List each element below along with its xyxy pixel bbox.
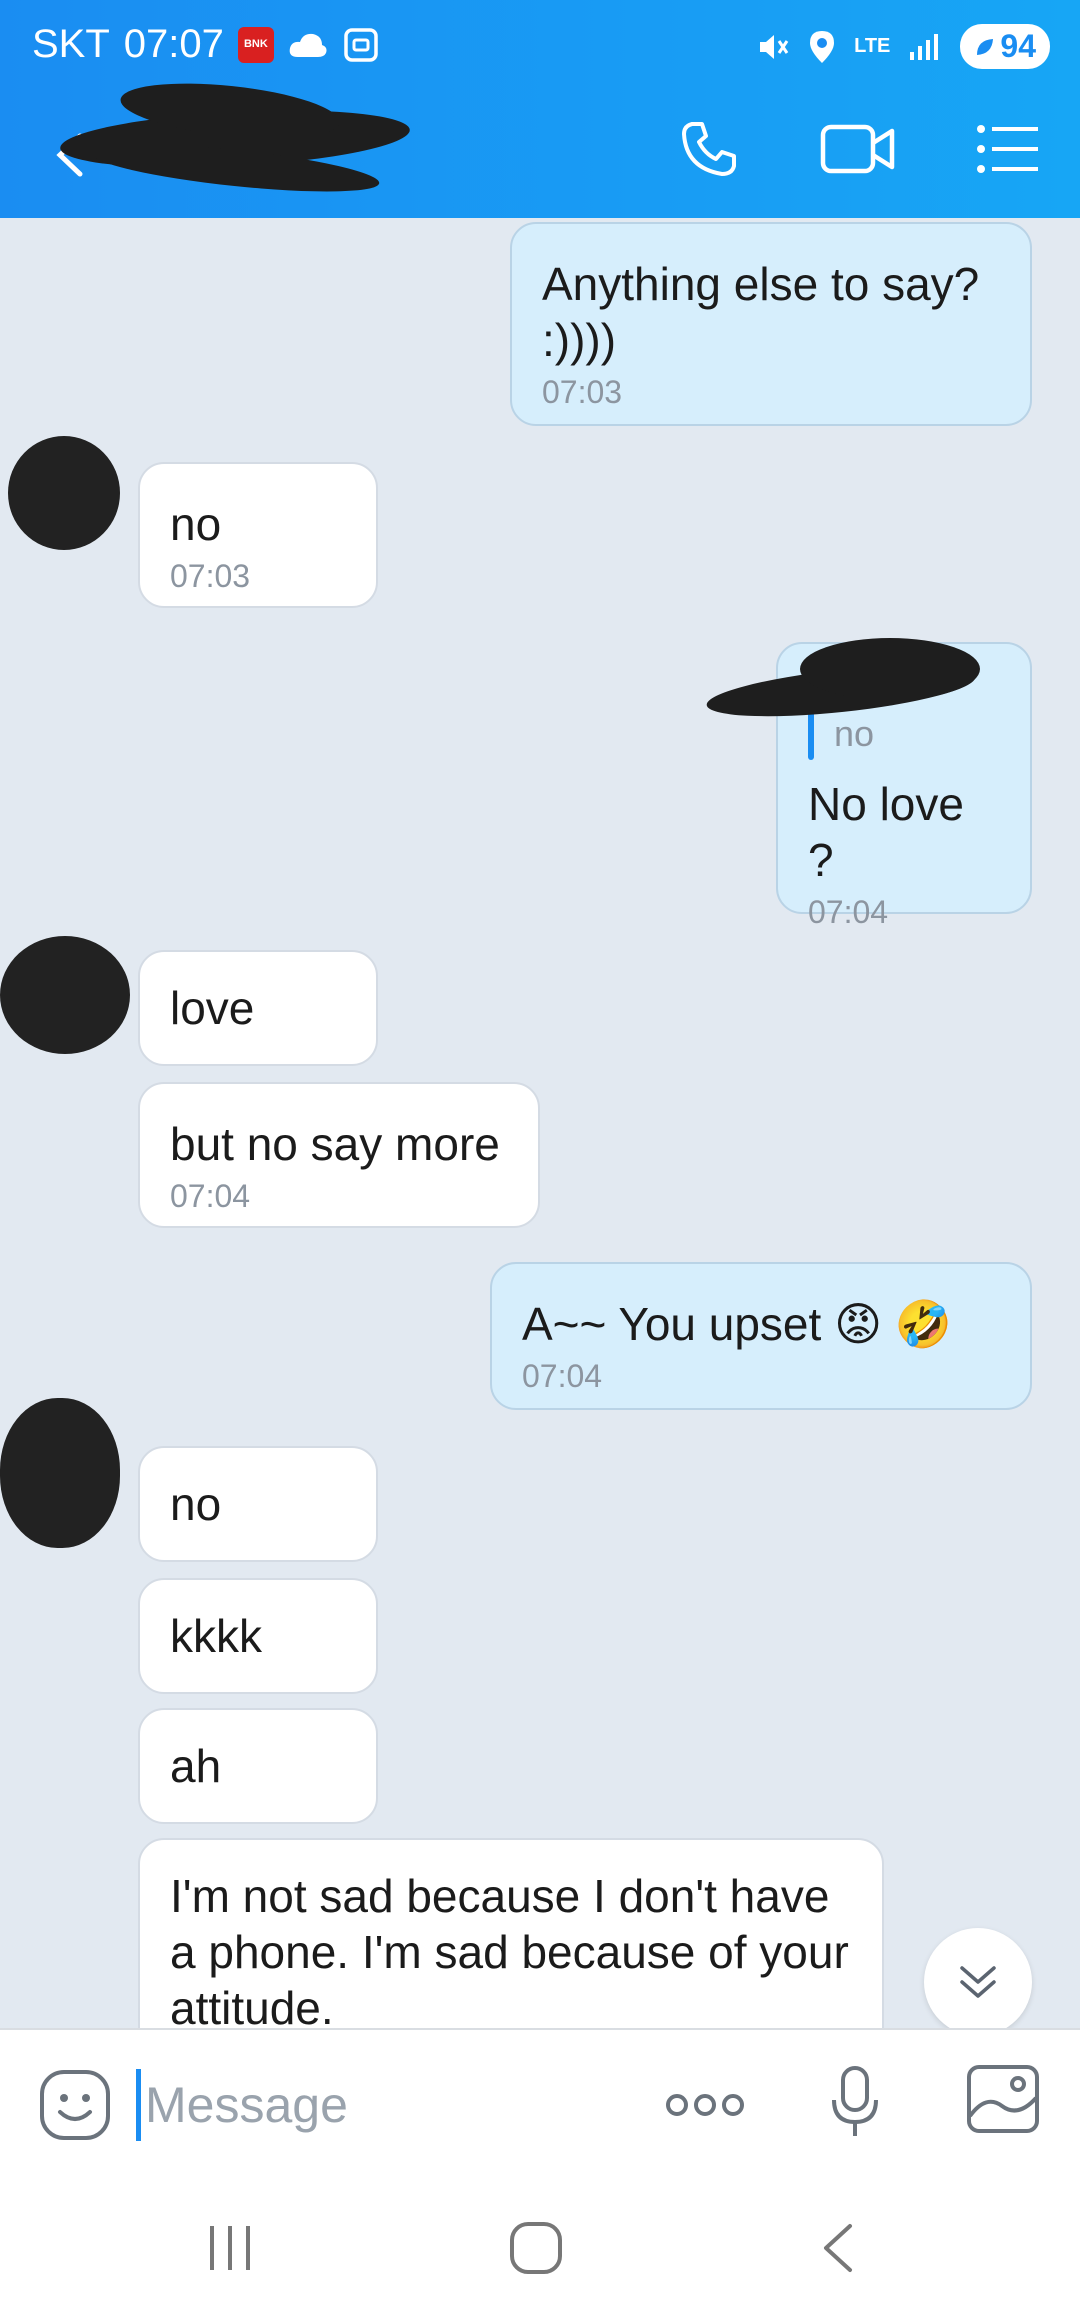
- text-cursor: [136, 2069, 141, 2141]
- network-type: LTE: [854, 35, 891, 57]
- message-time: 07:04: [170, 1178, 251, 1214]
- message-time: 07:03: [542, 374, 623, 410]
- message-text: love: [170, 982, 255, 1034]
- message-text: no: [170, 1478, 222, 1530]
- message-placeholder: Message: [145, 2077, 348, 2133]
- status-bar: SKT 07:07 BNK LTE 94: [0, 0, 1080, 96]
- avatar[interactable]: [8, 436, 120, 550]
- double-chevron-down-icon: [960, 1966, 996, 1998]
- avatar[interactable]: [0, 1398, 120, 1548]
- emoji-icon[interactable]: [38, 2068, 112, 2142]
- cloud-icon: [289, 33, 327, 57]
- message-incoming[interactable]: no 07:03: [138, 462, 378, 608]
- clock: 07:07: [123, 22, 224, 66]
- message-text: ah: [170, 1740, 222, 1792]
- location-icon: [810, 30, 835, 63]
- bank-app-icon: BNK: [237, 26, 274, 63]
- phone-icon[interactable]: [678, 118, 740, 180]
- scroll-to-bottom-button[interactable]: [924, 1928, 1032, 2028]
- message-text: but no say more: [170, 1118, 500, 1170]
- message-list[interactable]: Anything else to say? :)))) 07:03 no 07:…: [0, 218, 1080, 2028]
- home-icon[interactable]: [508, 2220, 564, 2276]
- message-incoming[interactable]: but no say more 07:04: [138, 1082, 540, 1228]
- carrier-label: SKT: [32, 22, 110, 66]
- message-incoming[interactable]: I'm not sad because I don't have a phone…: [138, 1838, 884, 2028]
- gallery-icon[interactable]: [966, 2064, 1040, 2134]
- message-text: no: [170, 498, 222, 550]
- message-incoming[interactable]: ah: [138, 1708, 378, 1824]
- message-composer: Message: [0, 2028, 1080, 2188]
- message-input[interactable]: Message: [136, 2069, 348, 2141]
- message-text: kkkk: [170, 1610, 262, 1662]
- menu-list-icon[interactable]: [976, 124, 1040, 174]
- charging-leaf-icon: [977, 38, 994, 55]
- vibrate-mute-icon: [760, 34, 789, 59]
- more-options-icon[interactable]: [664, 2090, 746, 2120]
- chat-header: SKT 07:07 BNK LTE 94: [0, 0, 1080, 218]
- message-outgoing[interactable]: Anything else to say? :)))) 07:03: [510, 222, 1032, 426]
- message-text: No love ?: [808, 778, 964, 886]
- message-outgoing[interactable]: A~~ You upset 😡 🤣 07:04: [490, 1262, 1032, 1410]
- reply-indicator: [808, 708, 814, 760]
- back-icon[interactable]: [818, 2220, 858, 2276]
- signal-icon: [910, 33, 939, 60]
- system-navigation-bar: [0, 2186, 1080, 2316]
- screenshot-icon: [344, 27, 378, 62]
- quoted-reply[interactable]: no: [808, 706, 1000, 762]
- message-time: 07:04: [522, 1358, 603, 1394]
- message-text: A~~ You upset 😡 🤣: [522, 1298, 953, 1350]
- message-incoming[interactable]: love: [138, 950, 378, 1066]
- quoted-text: no: [834, 713, 875, 754]
- message-time: 07:04: [808, 894, 889, 930]
- message-time: 07:03: [170, 558, 251, 594]
- video-camera-icon[interactable]: [820, 121, 896, 177]
- message-incoming[interactable]: no: [138, 1446, 378, 1562]
- microphone-icon[interactable]: [830, 2064, 880, 2140]
- message-incoming[interactable]: kkkk: [138, 1578, 378, 1694]
- message-text: Anything else to say? :)))): [542, 258, 980, 366]
- message-text: I'm not sad because I don't have a phone…: [170, 1870, 849, 2028]
- recent-apps-icon[interactable]: [206, 2220, 256, 2276]
- battery-indicator: 94: [960, 24, 1050, 69]
- battery-level: 94: [1000, 28, 1036, 64]
- avatar[interactable]: [0, 936, 130, 1054]
